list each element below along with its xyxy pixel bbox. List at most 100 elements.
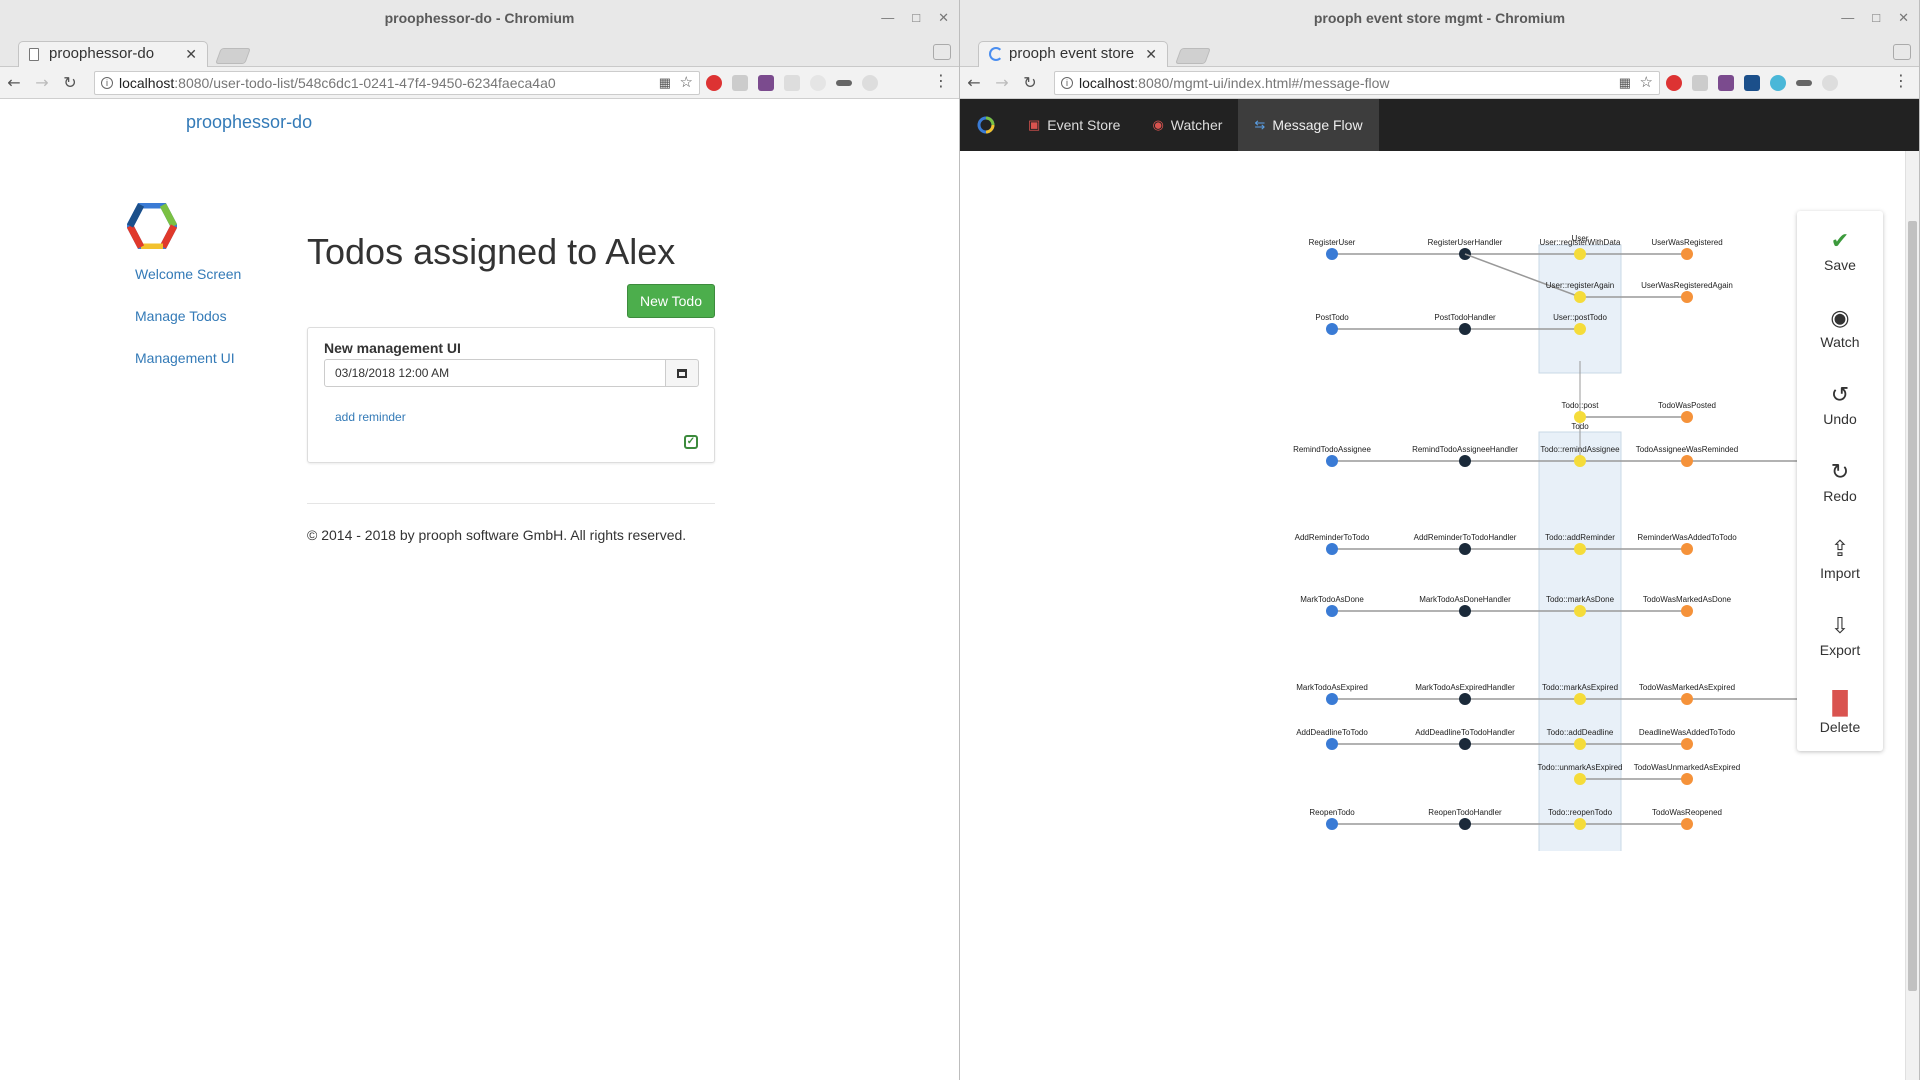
- reload-icon[interactable]: ↻: [1016, 73, 1044, 92]
- close-window-icon[interactable]: ✕: [938, 0, 949, 36]
- tab-proophessor-do[interactable]: proophessor-do ✕: [18, 41, 208, 67]
- event-node[interactable]: [1681, 455, 1693, 467]
- redo-button[interactable]: ↻ Redo: [1797, 460, 1883, 505]
- aggregate-box-user[interactable]: [1538, 244, 1622, 374]
- eyedropper-extension-icon[interactable]: [1718, 75, 1734, 91]
- command-node[interactable]: [1326, 693, 1338, 705]
- record-extension-icon[interactable]: [1666, 75, 1682, 91]
- save-button[interactable]: ✔ Save: [1797, 229, 1883, 274]
- command-node[interactable]: [1326, 605, 1338, 617]
- extension-icon[interactable]: [862, 75, 878, 91]
- handler-node[interactable]: [1459, 738, 1471, 750]
- undo-button[interactable]: ↺ Undo: [1797, 383, 1883, 428]
- minimize-icon[interactable]: —: [881, 0, 894, 36]
- event-node[interactable]: [1681, 605, 1693, 617]
- calendar-button[interactable]: [665, 359, 699, 387]
- extension-icon[interactable]: [1692, 75, 1708, 91]
- tab-prooph-event-store[interactable]: prooph event store ✕: [978, 41, 1168, 67]
- event-node[interactable]: [1681, 543, 1693, 555]
- proophessor-logo-icon[interactable]: [127, 203, 177, 249]
- extension-icon[interactable]: [1796, 80, 1812, 86]
- info-icon[interactable]: i: [1061, 77, 1073, 89]
- add-reminder-link[interactable]: add reminder: [335, 410, 406, 424]
- delete-button[interactable]: █ Delete: [1797, 691, 1883, 736]
- handler-node[interactable]: [1459, 323, 1471, 335]
- reload-icon[interactable]: ↻: [56, 73, 84, 92]
- command-node[interactable]: [1326, 818, 1338, 830]
- new-tab-button[interactable]: [215, 48, 251, 64]
- method-node[interactable]: [1574, 818, 1586, 830]
- close-window-icon[interactable]: ✕: [1898, 0, 1909, 36]
- back-icon[interactable]: ←: [0, 73, 28, 92]
- event-node[interactable]: [1681, 818, 1693, 830]
- command-node[interactable]: [1326, 455, 1338, 467]
- extension-icon[interactable]: [810, 75, 826, 91]
- handler-node[interactable]: [1459, 693, 1471, 705]
- watch-button[interactable]: ◉ Watch: [1797, 306, 1883, 351]
- maximize-icon[interactable]: □: [912, 0, 920, 36]
- extension-icon[interactable]: [1822, 75, 1838, 91]
- method-node[interactable]: [1574, 605, 1586, 617]
- command-node[interactable]: [1326, 248, 1338, 260]
- export-button[interactable]: ⇩ Export: [1797, 614, 1883, 659]
- message-flow-diagram[interactable]: UserTodoRegisterUser RegisterUserHandler U…: [960, 151, 1880, 851]
- import-button[interactable]: ⇪ Import: [1797, 537, 1883, 582]
- forward-icon[interactable]: →: [988, 73, 1016, 92]
- handler-node[interactable]: [1459, 543, 1471, 555]
- address-bar[interactable]: i localhost:8080/user-todo-list/548c6dc1…: [94, 71, 700, 95]
- aggregate-box-todo[interactable]: [1538, 431, 1622, 851]
- mark-done-check-icon[interactable]: ✓: [684, 435, 698, 449]
- method-node[interactable]: [1574, 543, 1586, 555]
- extension-icon[interactable]: [784, 75, 800, 91]
- maximize-icon[interactable]: □: [1872, 0, 1880, 36]
- event-node[interactable]: [1681, 248, 1693, 260]
- nav-message-flow[interactable]: ⇆ Message Flow: [1238, 99, 1379, 151]
- scrollbar-thumb[interactable]: [1908, 221, 1917, 991]
- nav-watcher[interactable]: ◉ Watcher: [1136, 99, 1238, 151]
- event-node[interactable]: [1681, 411, 1693, 423]
- handler-node[interactable]: [1459, 818, 1471, 830]
- event-node[interactable]: [1681, 738, 1693, 750]
- profile-icon[interactable]: [1893, 44, 1911, 60]
- info-icon[interactable]: i: [101, 77, 113, 89]
- command-node[interactable]: [1326, 738, 1338, 750]
- method-node[interactable]: [1574, 323, 1586, 335]
- translate-icon[interactable]: ▦: [659, 72, 671, 94]
- nav-event-store[interactable]: ▣ Event Store: [1012, 99, 1136, 151]
- eyedropper-extension-icon[interactable]: [758, 75, 774, 91]
- new-todo-button[interactable]: New Todo: [627, 284, 715, 318]
- event-node[interactable]: [1681, 693, 1693, 705]
- close-tab-icon[interactable]: ✕: [185, 42, 197, 66]
- handler-node[interactable]: [1459, 605, 1471, 617]
- method-node[interactable]: [1574, 773, 1586, 785]
- event-node[interactable]: [1681, 773, 1693, 785]
- menu-icon[interactable]: ⋮: [1893, 71, 1909, 90]
- bookmark-star-icon[interactable]: ☆: [1640, 72, 1653, 94]
- record-extension-icon[interactable]: [706, 75, 722, 91]
- menu-icon[interactable]: ⋮: [933, 71, 949, 90]
- translate-icon[interactable]: ▦: [1619, 72, 1631, 94]
- method-node[interactable]: [1574, 455, 1586, 467]
- back-icon[interactable]: ←: [960, 73, 988, 92]
- react-extension-icon[interactable]: [1770, 75, 1786, 91]
- nav-welcome-screen[interactable]: Welcome Screen: [135, 266, 241, 282]
- due-date-input[interactable]: 03/18/2018 12:00 AM: [324, 359, 666, 387]
- nav-management-ui[interactable]: Management UI: [135, 350, 235, 366]
- prooph-logo-icon[interactable]: [960, 99, 1012, 151]
- address-bar[interactable]: i localhost:8080/mgmt-ui/index.html#/mes…: [1054, 71, 1660, 95]
- new-tab-button[interactable]: [1175, 48, 1211, 64]
- handler-node[interactable]: [1459, 455, 1471, 467]
- scrollbar[interactable]: [1905, 151, 1919, 1080]
- extension-icon[interactable]: [1744, 75, 1760, 91]
- method-node[interactable]: [1574, 411, 1586, 423]
- forward-icon[interactable]: →: [28, 73, 56, 92]
- command-node[interactable]: [1326, 323, 1338, 335]
- close-tab-icon[interactable]: ✕: [1145, 42, 1157, 66]
- method-node[interactable]: [1574, 738, 1586, 750]
- event-node[interactable]: [1681, 291, 1693, 303]
- minimize-icon[interactable]: —: [1841, 0, 1854, 36]
- command-node[interactable]: [1326, 543, 1338, 555]
- method-node[interactable]: [1574, 291, 1586, 303]
- extension-icon[interactable]: [732, 75, 748, 91]
- bookmark-star-icon[interactable]: ☆: [680, 72, 693, 94]
